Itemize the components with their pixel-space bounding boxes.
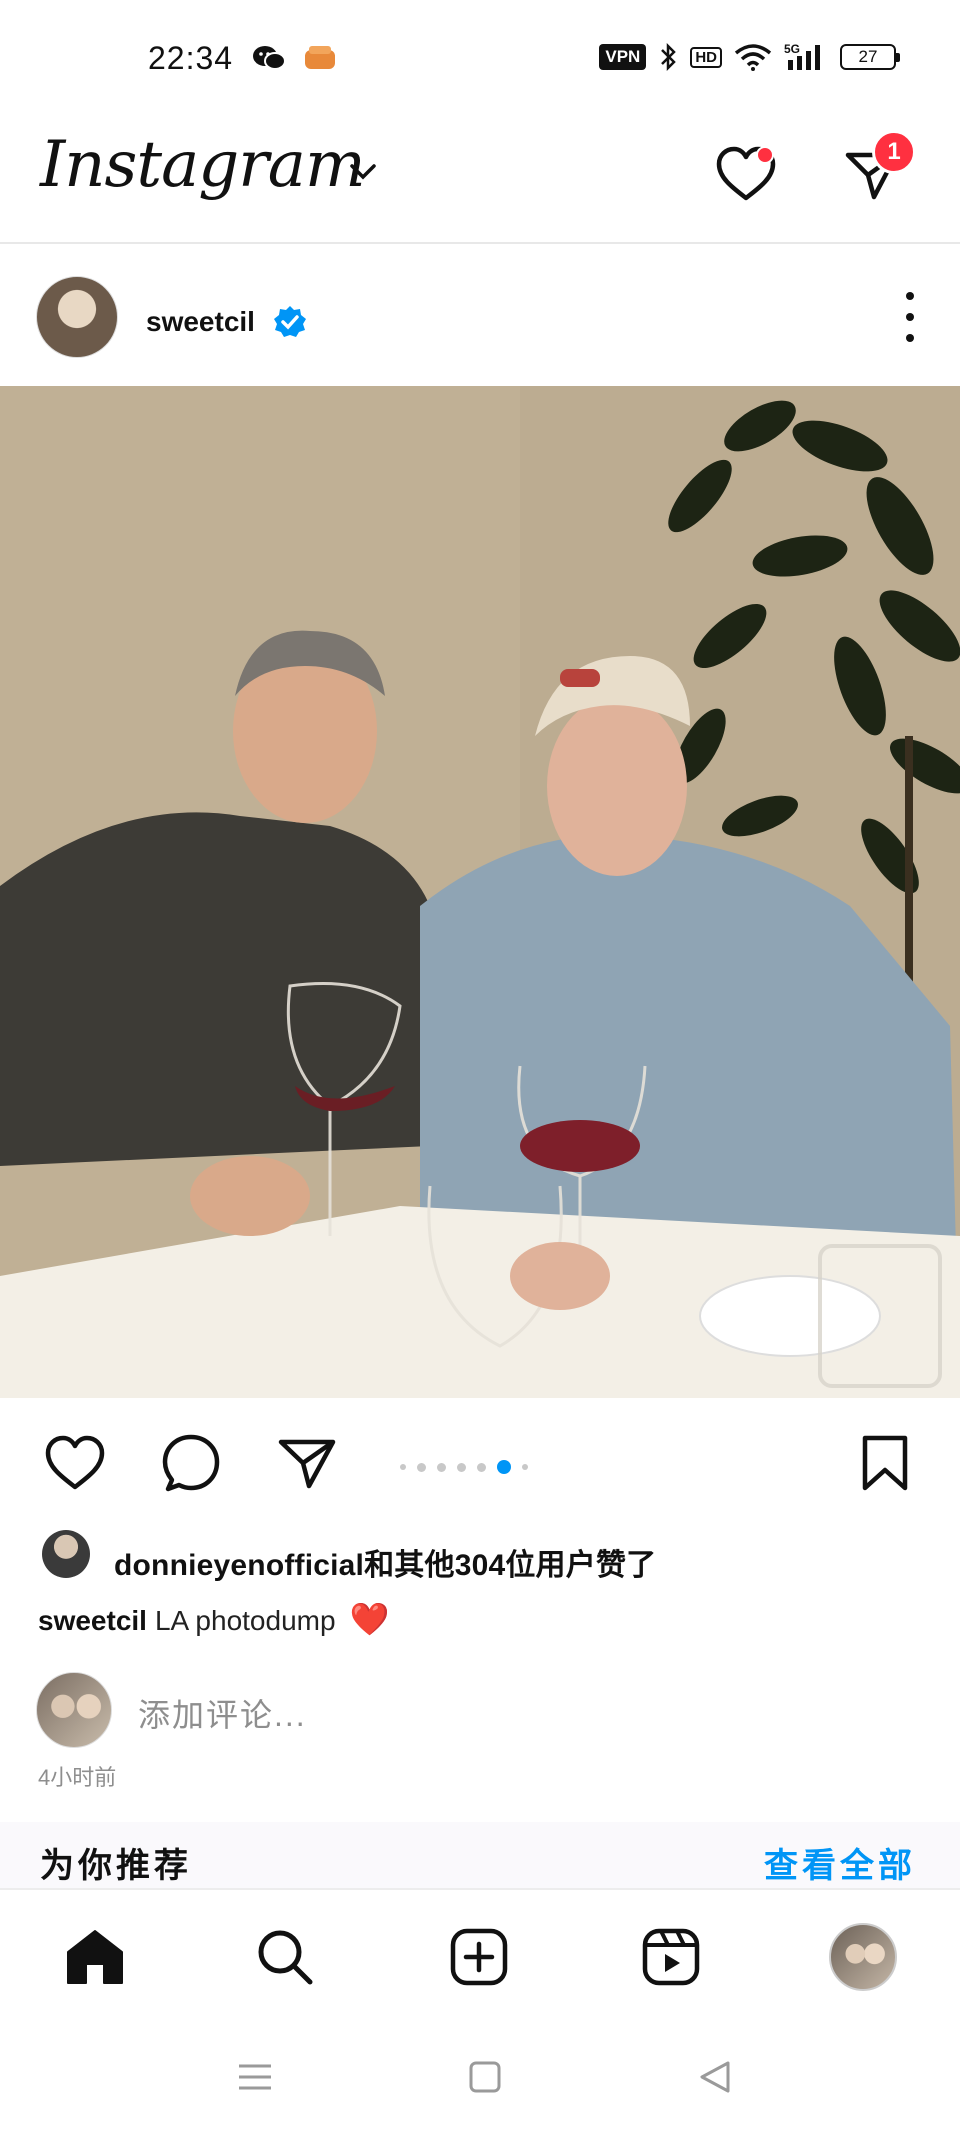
more-options-icon[interactable] (900, 292, 920, 342)
network-type: 5G (784, 42, 800, 56)
share-button[interactable] (272, 1428, 342, 1498)
nav-home[interactable] (56, 1918, 134, 1996)
wechat-icon (253, 46, 286, 70)
add-comment-row[interactable]: 添加评论... (0, 1668, 960, 1752)
comment-icon (162, 1434, 220, 1492)
notification-dot (756, 146, 774, 164)
nav-create[interactable] (440, 1918, 518, 1996)
nav-profile[interactable] (824, 1918, 902, 1996)
home-icon (67, 1930, 123, 1984)
caption-heart-emoji: ❤️ (349, 1601, 390, 1637)
likes-text[interactable]: donnieyenofficial和其他304位用户赞了 (114, 1540, 656, 1584)
photo-scene (0, 386, 960, 1398)
caption-text: LA photodump (154, 1605, 336, 1636)
post-timestamp: 4小时前 (38, 1765, 117, 1790)
post-actions (0, 1398, 960, 1528)
app-header: Instagram 1 (0, 110, 960, 244)
home-square-icon (469, 2061, 501, 2093)
instagram-logo[interactable]: Instagram (40, 128, 366, 202)
post-photo[interactable] (0, 386, 960, 1398)
chevron-down-icon[interactable] (348, 162, 378, 182)
share-icon (278, 1439, 336, 1489)
system-home-button[interactable] (460, 2052, 510, 2102)
post-caption: sweetcil LA photodump ❤️ (38, 1600, 389, 1638)
liker-avatar (42, 1530, 90, 1578)
create-icon (450, 1928, 508, 1986)
bottom-navigation (0, 1888, 960, 2022)
suggested-section: 为你推荐 查看全部 (0, 1822, 960, 1888)
signal-icon: 5G (784, 42, 820, 70)
menu-icon (239, 2064, 271, 2090)
suggested-title: 为你推荐 (40, 1847, 192, 1885)
status-bar: 22:34 VPN HD 5G 27 (0, 0, 960, 110)
carousel-indicator (400, 1460, 528, 1474)
nav-reels[interactable] (632, 1918, 710, 1996)
search-icon (258, 1930, 313, 1985)
post-header: sweetcil (0, 248, 960, 386)
system-navigation (0, 2022, 960, 2133)
system-menu-button[interactable] (230, 2052, 280, 2102)
status-right-icons: VPN HD 5G 27 (599, 42, 900, 72)
save-icon (862, 1435, 908, 1491)
caption-username[interactable]: sweetcil (38, 1605, 147, 1636)
like-button[interactable] (40, 1428, 110, 1498)
likes-row[interactable]: donnieyenofficial和其他304位用户赞了 (0, 1526, 960, 1586)
bluetooth-icon (661, 42, 677, 72)
comment-input[interactable]: 添加评论... (138, 1690, 307, 1736)
direct-messages-button[interactable]: 1 (832, 130, 916, 214)
back-triangle-icon (700, 2061, 730, 2093)
message-count-badge: 1 (872, 130, 916, 174)
profile-avatar (829, 1923, 897, 1991)
post-author-avatar[interactable] (36, 276, 118, 358)
save-button[interactable] (850, 1428, 920, 1498)
battery-icon: 27 (840, 44, 900, 70)
status-notification-icons (252, 44, 336, 72)
reels-icon (642, 1928, 700, 1986)
nav-search[interactable] (246, 1918, 324, 1996)
like-icon (45, 1435, 105, 1490)
current-user-avatar (36, 1672, 112, 1748)
hd-badge: HD (690, 46, 722, 68)
wifi-icon (734, 44, 772, 71)
app-notification-icon (305, 46, 335, 69)
vpn-badge: VPN (599, 44, 647, 70)
post-username[interactable]: sweetcil (146, 306, 255, 338)
notifications-button[interactable] (706, 134, 786, 214)
system-back-button[interactable] (690, 2052, 740, 2102)
status-time: 22:34 (148, 40, 234, 76)
verified-badge-icon (274, 306, 306, 337)
view-all-link[interactable]: 查看全部 (764, 1838, 916, 1887)
comment-button[interactable] (156, 1428, 226, 1498)
